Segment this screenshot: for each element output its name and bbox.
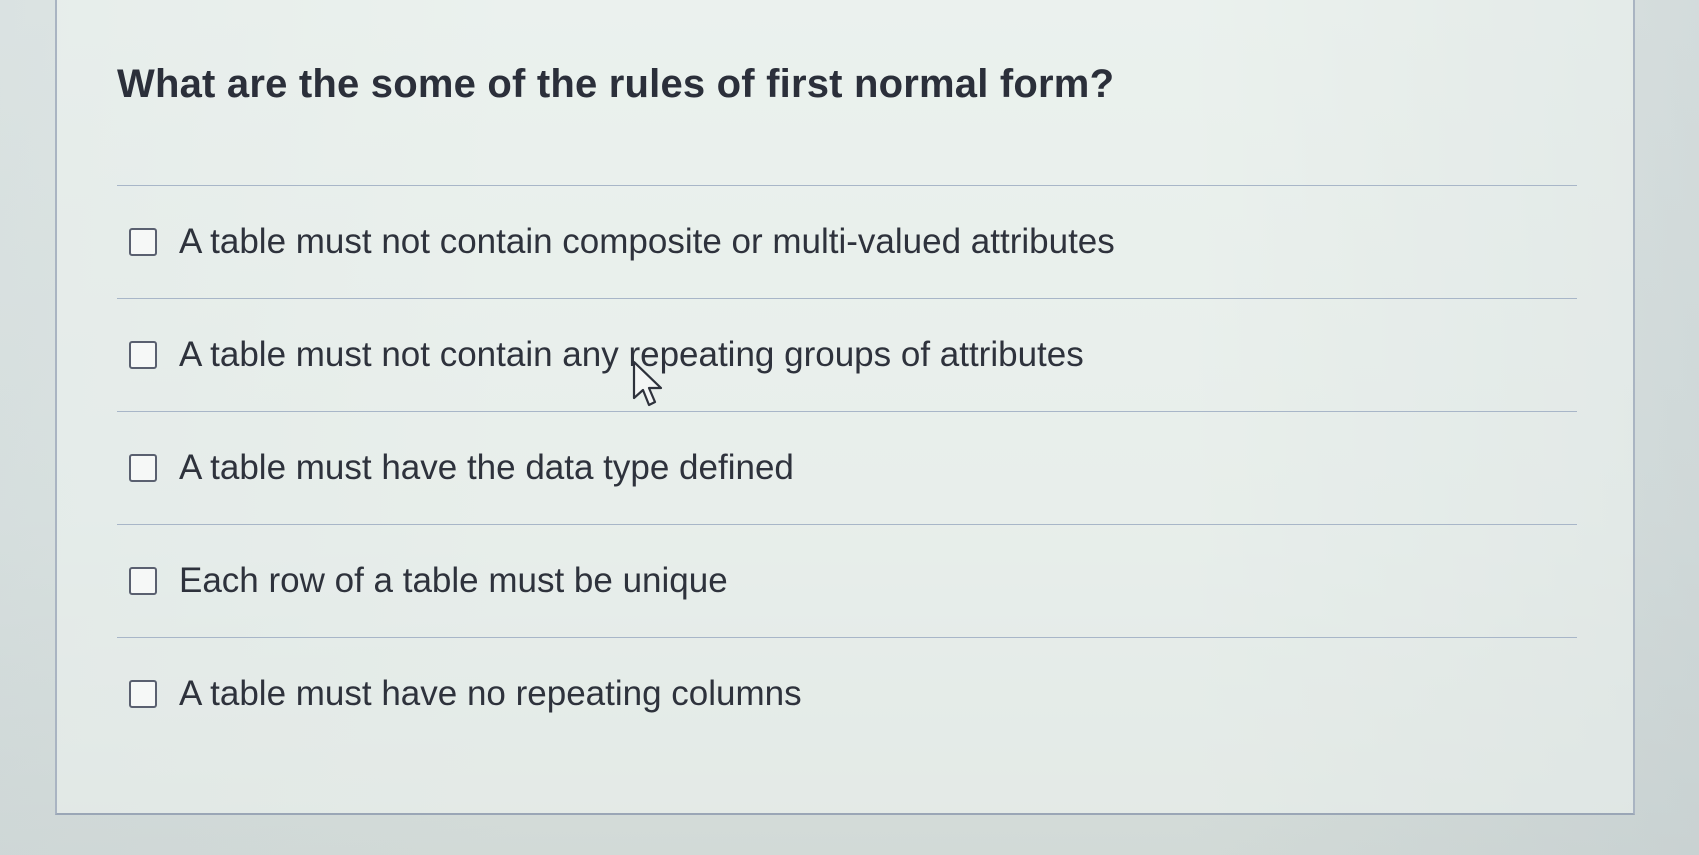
option-label-1: A table must not contain composite or mu… bbox=[179, 222, 1115, 261]
option-label-2: A table must not contain any repeating g… bbox=[179, 335, 1084, 374]
checkbox-option-1[interactable] bbox=[129, 228, 157, 256]
option-row-4[interactable]: Each row of a table must be unique bbox=[117, 525, 1577, 637]
checkbox-option-4[interactable] bbox=[129, 567, 157, 595]
option-row-1[interactable]: A table must not contain composite or mu… bbox=[117, 186, 1577, 298]
option-row-2[interactable]: A table must not contain any repeating g… bbox=[117, 299, 1577, 411]
question-card: What are the some of the rules of first … bbox=[55, 0, 1635, 815]
checkbox-option-5[interactable] bbox=[129, 680, 157, 708]
checkbox-option-2[interactable] bbox=[129, 341, 157, 369]
checkbox-option-3[interactable] bbox=[129, 454, 157, 482]
option-label-5: A table must have no repeating columns bbox=[179, 674, 802, 713]
option-label-3: A table must have the data type defined bbox=[179, 448, 794, 487]
screen-background: What are the some of the rules of first … bbox=[0, 0, 1699, 855]
question-title: What are the some of the rules of first … bbox=[117, 62, 1115, 106]
option-row-5[interactable]: A table must have no repeating columns bbox=[117, 638, 1577, 750]
option-label-4: Each row of a table must be unique bbox=[179, 561, 728, 600]
answer-options: A table must not contain composite or mu… bbox=[117, 185, 1577, 750]
option-row-3[interactable]: A table must have the data type defined bbox=[117, 412, 1577, 524]
